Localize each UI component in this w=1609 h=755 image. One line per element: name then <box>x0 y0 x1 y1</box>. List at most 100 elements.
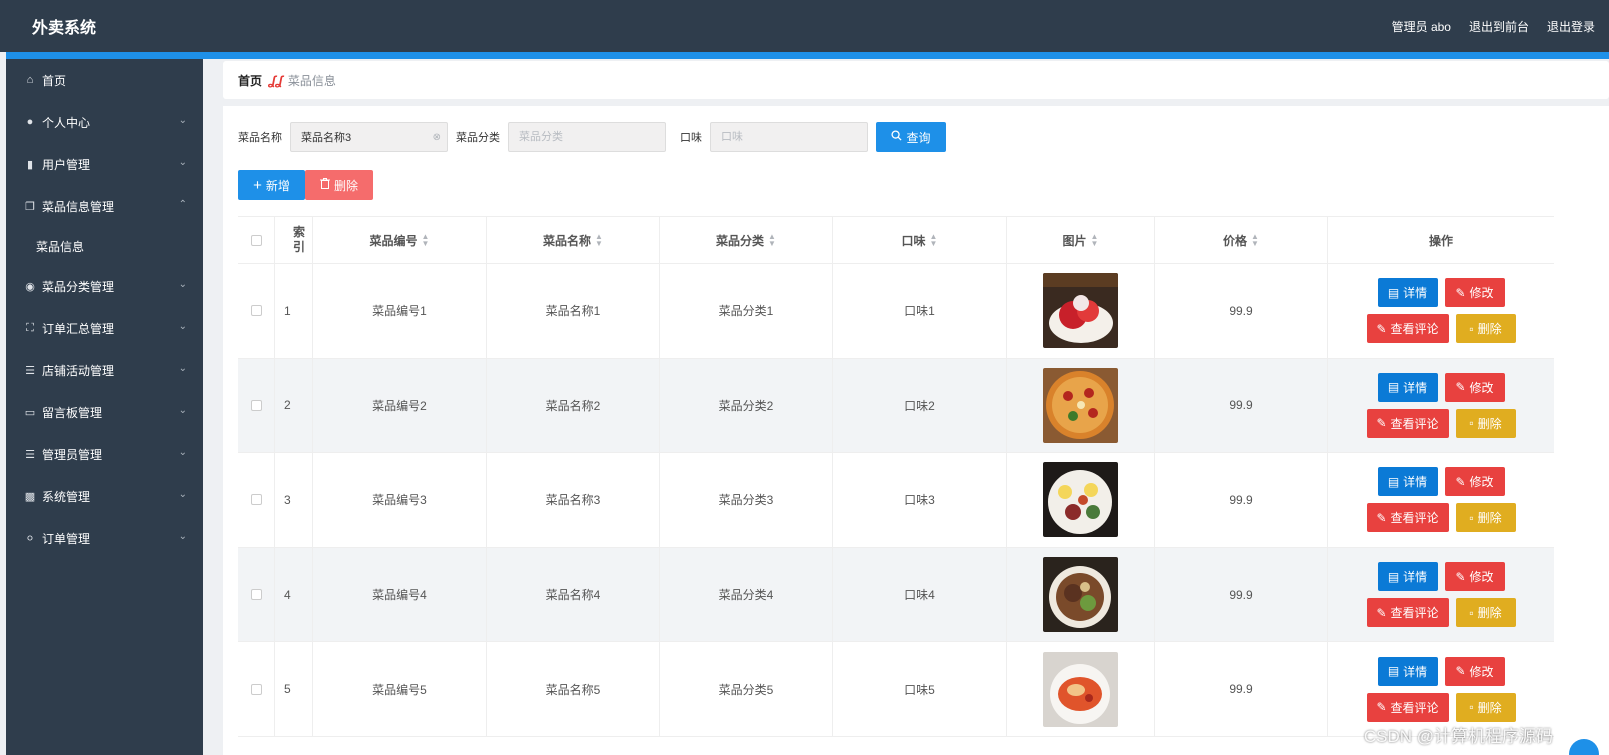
row-delete-button[interactable]: ▫ 删除 <box>1455 692 1516 722</box>
row-delete-button[interactable]: ▫ 删除 <box>1455 314 1516 344</box>
sidebar-item-system-manage[interactable]: ▩ 系统管理 ⌄ <box>6 475 203 517</box>
detail-button[interactable]: ▤ 详情 <box>1377 372 1438 402</box>
user-icon: ● <box>26 116 34 128</box>
sidebar-subitem-dish-info[interactable]: 菜品信息 <box>6 227 203 265</box>
table-row: 1 菜品编号1 菜品名称1 菜品分类1 口味1 99.9 ▤ 详情 ✎ 修改 ✎ 查看… <box>238 264 1554 359</box>
row-taste: 口味2 <box>833 358 1007 453</box>
row-index: 3 <box>275 453 313 547</box>
query-button[interactable]: 查询 <box>876 122 946 152</box>
search-bar: 菜品名称 ⊗ 菜品分类 口味 查询 <box>238 122 946 152</box>
sort-icon[interactable]: ▲ ▼ <box>595 233 603 248</box>
delete-label: 删除 <box>333 178 358 193</box>
row-index: 5 <box>275 642 313 736</box>
sort-icon[interactable]: ▲ ▼ <box>1091 233 1099 248</box>
sidebar-item-user-manage[interactable]: ▮ 用户管理 ⌄ <box>6 143 203 185</box>
detail-button[interactable]: ▤ 详情 <box>1377 467 1438 497</box>
row-name: 菜品名称4 <box>487 547 660 642</box>
row-checkbox[interactable] <box>250 494 262 506</box>
sidebar-item-order-manage[interactable]: ⚪ 订单管理 ⌄ <box>6 517 203 559</box>
pencil-icon: ✎ <box>1455 569 1466 584</box>
dish-category-input[interactable] <box>508 122 666 152</box>
dish-photo[interactable] <box>1043 651 1118 727</box>
header-price[interactable]: 价格 ▲ ▼ <box>1155 217 1328 263</box>
sort-icon[interactable]: ▲ ▼ <box>422 233 430 248</box>
trash-icon: ▫ <box>1469 321 1474 336</box>
sidebar-item-label: 订单管理 <box>42 531 91 546</box>
table-row: 4 菜品编号4 菜品名称4 菜品分类4 口味4 99.9 ▤ 详情 ✎ 修改 ✎ 查看… <box>238 547 1554 643</box>
chevron-down-icon: ⌄ <box>178 279 187 290</box>
sidebar-item-label: 留言板管理 <box>42 405 103 420</box>
row-checkbox[interactable] <box>250 305 262 317</box>
row-delete-button[interactable]: ▫ 删除 <box>1455 503 1516 533</box>
add-button[interactable]: + 新增 <box>238 170 305 200</box>
sidebar-item-message-board[interactable]: ▭ 留言板管理 ⌄ <box>6 391 203 433</box>
dish-photo[interactable] <box>1043 557 1118 633</box>
back-to-top-icon[interactable] <box>1569 739 1599 755</box>
view-reviews-button[interactable]: ✎ 查看评论 <box>1366 503 1449 533</box>
row-price: 99.9 <box>1155 453 1328 547</box>
sidebar-item-category-manage[interactable]: ◉ 菜品分类管理 ⌄ <box>6 265 203 307</box>
row-delete-button[interactable]: ▫ 删除 <box>1455 408 1516 438</box>
sort-icon[interactable]: ▲ ▼ <box>1251 233 1259 248</box>
sidebar-item-home[interactable]: ⌂ 首页 <box>6 59 203 101</box>
table-row: 5 菜品编号5 菜品名称5 菜品分类5 口味5 99.9 ▤ 详情 ✎ 修改 ✎ 查看… <box>238 642 1554 737</box>
row-checkbox[interactable] <box>250 399 262 411</box>
to-front-link[interactable]: 退出到前台 <box>1469 18 1529 35</box>
dish-photo[interactable] <box>1043 367 1118 443</box>
breadcrumb-home[interactable]: 首页 <box>238 72 262 89</box>
header-image[interactable]: 图片 ▲ ▼ <box>1007 217 1155 263</box>
taste-label: 口味 <box>680 132 702 144</box>
dish-photo[interactable] <box>1043 462 1118 538</box>
row-image-cell <box>1007 453 1155 547</box>
sort-icon[interactable]: ▲ ▼ <box>768 233 776 248</box>
header-category[interactable]: 菜品分类 ▲ ▼ <box>660 217 833 263</box>
chevron-down-icon: ⌄ <box>178 363 187 374</box>
pencil-icon: ✎ <box>1376 510 1387 525</box>
edit-button[interactable]: ✎ 修改 <box>1444 562 1505 592</box>
detail-button[interactable]: ▤ 详情 <box>1377 562 1438 592</box>
sort-icon[interactable]: ▲ ▼ <box>930 233 938 248</box>
row-ops: ▤ 详情 ✎ 修改 ✎ 查看评论 ▫ 删除 <box>1328 264 1554 358</box>
document-icon: ▤ <box>1387 380 1400 395</box>
header-ops: 操作 <box>1428 233 1453 248</box>
row-select-cell <box>238 453 275 547</box>
row-name: 菜品名称2 <box>487 358 660 453</box>
header-name[interactable]: 菜品名称 ▲ ▼ <box>487 217 660 263</box>
header-taste[interactable]: 口味 ▲ ▼ <box>833 217 1007 263</box>
sidebar-item-order-summary[interactable]: ⛶ 订单汇总管理 ⌄ <box>6 307 203 349</box>
breadcrumb: 首页 ʆʆ 菜品信息 <box>223 61 1609 99</box>
top-header: 外卖系统 管理员 abo 退出到前台 退出登录 <box>0 0 1609 52</box>
sidebar-item-dish-manage[interactable]: ❐ 菜品信息管理 ⌃ <box>6 185 203 227</box>
chevron-down-icon: ⌄ <box>178 447 187 458</box>
row-category: 菜品分类1 <box>660 264 833 358</box>
row-checkbox[interactable] <box>250 589 262 601</box>
query-label: 查询 <box>906 130 931 145</box>
row-delete-button[interactable]: ▫ 删除 <box>1455 598 1516 628</box>
batch-delete-button[interactable]: 删除 <box>305 170 373 200</box>
view-reviews-button[interactable]: ✎ 查看评论 <box>1366 692 1449 722</box>
edit-button[interactable]: ✎ 修改 <box>1444 372 1505 402</box>
select-all-cell <box>238 217 275 263</box>
detail-button[interactable]: ▤ 详情 <box>1377 278 1438 308</box>
header-index: 索引 <box>275 217 313 263</box>
edit-button[interactable]: ✎ 修改 <box>1444 467 1505 497</box>
taste-input[interactable] <box>710 122 868 152</box>
dish-photo[interactable] <box>1043 273 1118 349</box>
row-checkbox[interactable] <box>250 683 262 695</box>
detail-button[interactable]: ▤ 详情 <box>1377 656 1438 686</box>
view-reviews-button[interactable]: ✎ 查看评论 <box>1366 598 1449 628</box>
view-reviews-button[interactable]: ✎ 查看评论 <box>1366 314 1449 344</box>
clear-circle-icon[interactable]: ⊗ <box>433 132 441 143</box>
edit-button[interactable]: ✎ 修改 <box>1444 278 1505 308</box>
row-category: 菜品分类2 <box>660 358 833 453</box>
dish-name-input[interactable] <box>290 122 448 152</box>
logout-link[interactable]: 退出登录 <box>1547 18 1595 35</box>
sidebar-item-personal-center[interactable]: ● 个人中心 ⌄ <box>6 101 203 143</box>
header-code[interactable]: 菜品编号 ▲ ▼ <box>313 217 487 263</box>
view-reviews-button[interactable]: ✎ 查看评论 <box>1366 408 1449 438</box>
edit-button[interactable]: ✎ 修改 <box>1444 656 1505 686</box>
sidebar-item-shop-activity[interactable]: ☰ 店铺活动管理 ⌄ <box>6 349 203 391</box>
select-all-checkbox[interactable] <box>250 234 262 246</box>
row-image-cell <box>1007 547 1155 642</box>
sidebar-item-admin-manage[interactable]: ☰ 管理员管理 ⌄ <box>6 433 203 475</box>
